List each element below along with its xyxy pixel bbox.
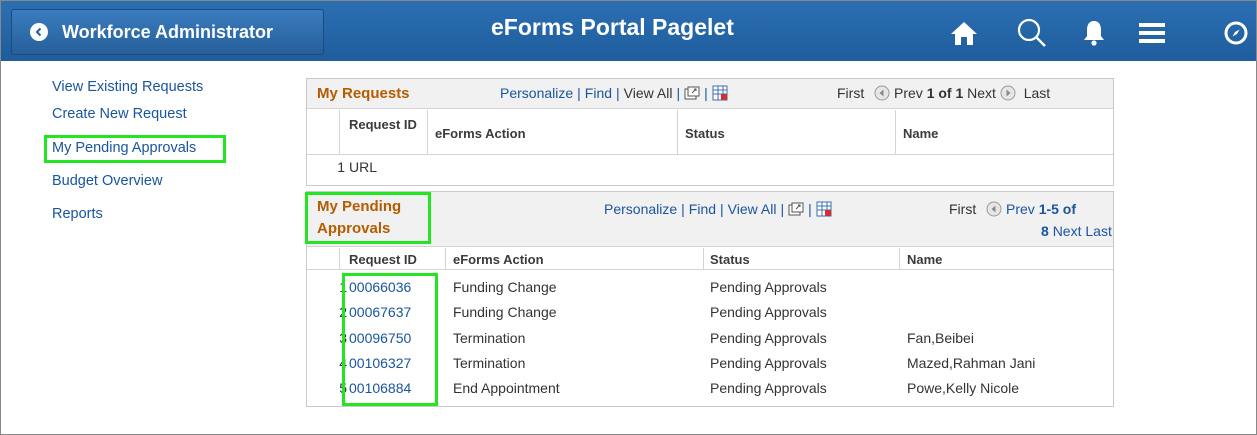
back-button-label: Workforce Administrator — [62, 21, 274, 42]
my-requests-col-headers: Request ID eForms Action Status Name — [307, 110, 1113, 155]
prev-label: Prev — [894, 85, 923, 102]
request-id-cell: URL — [349, 159, 378, 175]
zoom-grid-icon[interactable] — [684, 86, 700, 103]
name-cell: Powe,Kelly Nicole — [907, 380, 1020, 396]
name-cell: Fan,Beibei — [907, 330, 974, 346]
page-title: eForms Portal Pagelet — [491, 14, 734, 40]
page-frame: Workforce Administrator eForms Portal Pa… — [0, 0, 1257, 435]
zoom-grid-icon[interactable] — [788, 202, 804, 219]
personalize-link[interactable]: Personalize — [500, 85, 573, 101]
highlight-box-request-ids — [342, 273, 438, 406]
row-number: 1 — [337, 159, 345, 175]
col-request-id[interactable]: Request ID — [349, 117, 419, 132]
table-row: 1 URL — [307, 156, 1113, 182]
back-button[interactable]: Workforce Administrator — [11, 9, 324, 55]
find-link[interactable]: Find — [585, 85, 612, 101]
highlight-box-nav — [44, 135, 226, 163]
col-status[interactable]: Status — [685, 126, 725, 141]
next-label: Next — [967, 85, 996, 102]
status-cell: Pending Approvals — [710, 380, 827, 396]
next-link[interactable]: Next — [1053, 223, 1082, 239]
col-eforms-action[interactable]: eForms Action — [453, 252, 544, 267]
prev-link[interactable]: Prev — [1006, 201, 1035, 217]
col-name[interactable]: Name — [907, 252, 942, 267]
prev-arrow-icon[interactable] — [874, 85, 890, 104]
download-excel-icon[interactable] — [816, 201, 832, 220]
my-requests-grid: My Requests Personalize | Find | View All | | … — [306, 78, 1114, 186]
header-bar: Workforce Administrator eForms Portal Pa… — [1, 1, 1256, 61]
eforms-action-cell: Termination — [453, 330, 526, 346]
status-cell: Pending Approvals — [710, 279, 827, 295]
my-requests-grid-header: My Requests Personalize | Find | View All | | … — [307, 79, 1113, 109]
eforms-action-cell: End Appointment — [453, 380, 560, 396]
row-range: 1 of 1 — [926, 85, 964, 102]
col-request-id[interactable]: Request ID — [349, 252, 417, 267]
highlight-box-pending-title — [305, 192, 431, 244]
pending-col-headers: Request ID eForms Action Status Name — [307, 248, 1113, 270]
eforms-action-cell: Funding Change — [453, 304, 557, 320]
status-cell: Pending Approvals — [710, 330, 827, 346]
download-excel-icon[interactable] — [712, 85, 728, 104]
eforms-action-cell: Funding Change — [453, 279, 557, 295]
chevron-left-icon — [30, 23, 48, 41]
view-all-link[interactable]: View All — [728, 201, 777, 217]
first-label: First — [949, 201, 977, 218]
name-cell: Mazed,Rahman Jani — [907, 355, 1036, 371]
nav-budget-overview[interactable]: Budget Overview — [52, 173, 162, 189]
col-status[interactable]: Status — [710, 252, 750, 267]
find-link[interactable]: Find — [689, 201, 716, 217]
status-cell: Pending Approvals — [710, 304, 827, 320]
col-eforms-action[interactable]: eForms Action — [435, 126, 526, 141]
nav-view-existing-requests[interactable]: View Existing Requests — [52, 79, 203, 95]
navbar-icon[interactable] — [1219, 16, 1253, 50]
menu-icon[interactable] — [1135, 16, 1169, 50]
home-icon[interactable] — [947, 16, 981, 50]
eforms-action-cell: Termination — [453, 355, 526, 371]
personalize-link[interactable]: Personalize — [604, 201, 677, 217]
nav-reports[interactable]: Reports — [52, 206, 103, 222]
nav-create-new-request[interactable]: Create New Request — [52, 106, 187, 122]
status-cell: Pending Approvals — [710, 355, 827, 371]
row-total: 8 — [1041, 223, 1049, 239]
view-all-link[interactable]: View All — [624, 85, 673, 101]
prev-arrow-icon[interactable] — [986, 201, 1002, 220]
bell-icon[interactable] — [1077, 16, 1111, 50]
last-link[interactable]: Last — [1085, 223, 1111, 239]
first-label: First — [837, 85, 865, 102]
next-arrow-icon[interactable] — [1000, 85, 1016, 104]
search-icon[interactable] — [1015, 16, 1049, 50]
my-requests-title: My Requests — [317, 85, 410, 102]
row-range: 1-5 of — [1038, 201, 1077, 218]
last-label: Last — [1023, 85, 1051, 102]
col-name[interactable]: Name — [903, 126, 938, 141]
